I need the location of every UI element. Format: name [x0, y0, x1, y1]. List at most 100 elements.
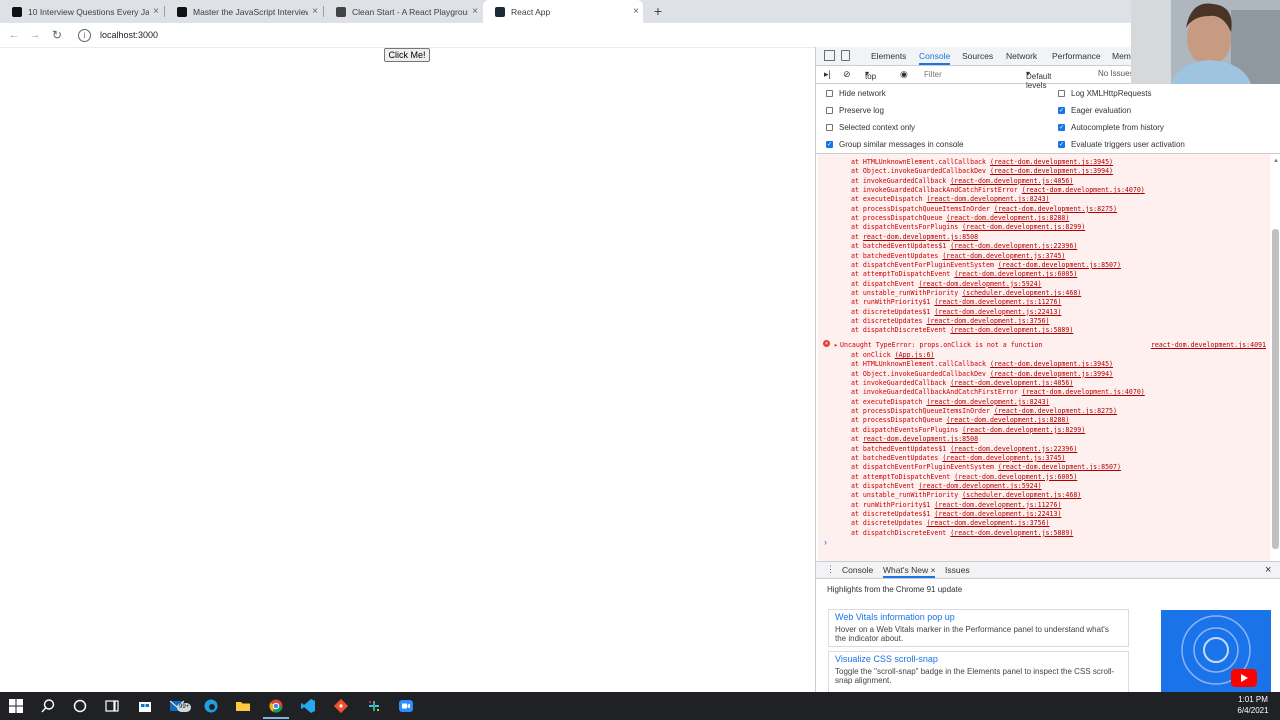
- browser-tab-3[interactable]: Clean Start - A React Playground ×: [324, 0, 482, 23]
- stack-frame-source-link[interactable]: (react-dom.development.js:3994): [990, 167, 1113, 175]
- stack-frame-source-link[interactable]: (react-dom.development.js:3945): [990, 360, 1113, 368]
- whats-new-card[interactable]: Visualize CSS scroll-snap Toggle the "sc…: [828, 651, 1129, 694]
- device-toolbar-icon[interactable]: [841, 50, 850, 61]
- card-title[interactable]: Visualize CSS scroll-snap: [835, 654, 1128, 664]
- stack-frame-source-link[interactable]: (react-dom.development.js:22413): [934, 510, 1061, 518]
- stack-frame-source-link[interactable]: (scheduler.development.js:468): [962, 289, 1081, 297]
- browser-tab-1[interactable]: 10 Interview Questions Every Jav ×: [0, 0, 163, 23]
- stack-frame-source-link[interactable]: (react-dom.development.js:5924): [919, 482, 1042, 490]
- stack-frame-source-link[interactable]: (scheduler.development.js:468): [962, 491, 1081, 499]
- whats-new-card[interactable]: Web Vitals information pop up Hover on a…: [828, 609, 1129, 647]
- scrollbar-thumb[interactable]: [1272, 229, 1279, 549]
- stack-frame-source-link[interactable]: (react-dom.development.js:8288): [946, 416, 1069, 424]
- error-message-row[interactable]: × ▸ Uncaught TypeError: props.onClick is n…: [818, 340, 1270, 351]
- stack-frame-source-link[interactable]: (react-dom.development.js:3745): [942, 454, 1065, 462]
- tab-close-icon[interactable]: ×: [308, 6, 322, 17]
- reload-icon[interactable]: ↻: [49, 27, 65, 43]
- browser-tab-2[interactable]: Master the JavaScript Interview: ×: [165, 0, 322, 23]
- card-title[interactable]: Web Vitals information pop up: [835, 612, 1128, 622]
- console-setting-option[interactable]: Log XMLHttpRequests: [1058, 87, 1152, 99]
- drawer-tab-issues[interactable]: Issues: [945, 562, 970, 578]
- stack-frame-source-link[interactable]: (react-dom.development.js:11276): [934, 501, 1061, 509]
- scroll-up-icon[interactable]: ▲: [1273, 158, 1279, 164]
- drawer-menu-icon[interactable]: ⋮: [826, 564, 835, 575]
- edge-icon[interactable]: [203, 698, 219, 714]
- browser-tab-4[interactable]: React App ×: [483, 0, 643, 23]
- stack-frame-source-link[interactable]: (react-dom.development.js:3945): [990, 158, 1113, 166]
- mail-app[interactable]: 99+: [169, 698, 195, 714]
- stack-frame-source-link[interactable]: (react-dom.development.js:5924): [919, 280, 1042, 288]
- console-setting-option[interactable]: ✓ Evaluate triggers user activation: [1058, 139, 1185, 151]
- console-setting-option[interactable]: ✓ Eager evaluation: [1058, 104, 1131, 116]
- stack-frame-source-link[interactable]: (react-dom.development.js:3756): [926, 317, 1049, 325]
- setting-checkbox[interactable]: [1058, 89, 1065, 97]
- search-icon[interactable]: [40, 698, 56, 714]
- forward-icon[interactable]: →: [27, 27, 43, 43]
- setting-checkbox[interactable]: ✓: [1058, 141, 1065, 149]
- stack-frame-source-link[interactable]: (react-dom.development.js:8275): [994, 205, 1117, 213]
- drawer-tab-whats-new[interactable]: What's New ×: [883, 562, 936, 578]
- address-bar[interactable]: i localhost:3000: [72, 26, 432, 44]
- stack-frame-source-link[interactable]: (react-dom.development.js:3756): [926, 519, 1049, 527]
- context-selector[interactable]: top ▾: [865, 69, 876, 81]
- console-setting-option[interactable]: ✓ Group similar messages in console: [826, 139, 964, 151]
- stack-frame-source-link[interactable]: (App.js:6): [895, 351, 935, 359]
- task-view-icon[interactable]: [104, 698, 120, 714]
- drawer-tab-console[interactable]: Console: [842, 562, 873, 578]
- click-me-button[interactable]: Click Me!: [384, 48, 430, 62]
- stack-frame-source-link[interactable]: (react-dom.development.js:4056): [950, 177, 1073, 185]
- tab-close-icon[interactable]: ×: [468, 6, 482, 17]
- drawer-close-icon[interactable]: ×: [1265, 562, 1271, 578]
- stack-frame-source-link[interactable]: (react-dom.development.js:8243): [926, 195, 1049, 203]
- stack-frame-source-link[interactable]: (react-dom.development.js:22396): [950, 445, 1077, 453]
- devtools-tab-performance[interactable]: Performance: [1052, 47, 1101, 65]
- back-icon[interactable]: ←: [6, 27, 22, 43]
- file-explorer-icon[interactable]: [235, 698, 251, 714]
- stack-frame-source-link[interactable]: react-dom.development.js:8508: [863, 435, 978, 443]
- chrome-icon[interactable]: [268, 698, 284, 714]
- drawer-tab-close-icon[interactable]: ×: [930, 565, 935, 575]
- stack-frame-source-link[interactable]: (react-dom.development.js:6005): [954, 270, 1077, 278]
- new-tab-button[interactable]: +: [650, 3, 666, 19]
- whats-new-video-thumbnail[interactable]: [1161, 610, 1271, 693]
- stack-frame-source-link[interactable]: (react-dom.development.js:3994): [990, 370, 1113, 378]
- console-setting-option[interactable]: Hide network: [826, 87, 886, 99]
- stack-frame-source-link[interactable]: (react-dom.development.js:5889): [950, 326, 1073, 334]
- taskbar-clock[interactable]: 1:01 PM 6/4/2021: [1228, 694, 1278, 716]
- git-icon[interactable]: [333, 698, 349, 714]
- windows-start-icon[interactable]: [8, 698, 24, 714]
- slack-icon[interactable]: [366, 698, 382, 714]
- vscode-icon[interactable]: [300, 698, 316, 714]
- stack-frame-source-link[interactable]: react-dom.development.js:8508: [863, 233, 978, 241]
- stack-frame-source-link[interactable]: (react-dom.development.js:8299): [962, 426, 1085, 434]
- tab-close-icon[interactable]: ×: [149, 6, 163, 17]
- issues-indicator[interactable]: No Issues: [1098, 69, 1134, 78]
- stack-frame-source-link[interactable]: (react-dom.development.js:8299): [962, 223, 1085, 231]
- inspect-element-icon[interactable]: [824, 50, 835, 61]
- expand-arrow-icon[interactable]: ▸: [834, 341, 838, 349]
- live-expression-eye-icon[interactable]: ◉: [900, 69, 908, 80]
- stack-frame-source-link[interactable]: (react-dom.development.js:8288): [946, 214, 1069, 222]
- clear-console-icon[interactable]: ⊘: [843, 69, 851, 80]
- stack-frame-source-link[interactable]: (react-dom.development.js:22413): [934, 308, 1061, 316]
- console-scrollbar[interactable]: ▲: [1271, 154, 1280, 554]
- log-levels-dropdown[interactable]: Default levels ▾: [1026, 69, 1051, 90]
- console-prompt[interactable]: ›: [824, 537, 827, 547]
- stack-frame-source-link[interactable]: (react-dom.development.js:4070): [1022, 186, 1145, 194]
- stack-frame-source-link[interactable]: (react-dom.development.js:22396): [950, 242, 1077, 250]
- stack-frame-source-link[interactable]: (react-dom.development.js:6005): [954, 473, 1077, 481]
- microsoft-store-icon[interactable]: [137, 698, 153, 714]
- setting-checkbox[interactable]: [826, 106, 833, 114]
- stack-frame-source-link[interactable]: (react-dom.development.js:11276): [934, 298, 1061, 306]
- site-info-icon[interactable]: i: [78, 28, 91, 42]
- console-setting-option[interactable]: Preserve log: [826, 104, 884, 116]
- devtools-tab-network[interactable]: Network: [1006, 47, 1037, 65]
- setting-checkbox[interactable]: ✓: [1058, 106, 1065, 114]
- console-filter-input[interactable]: [920, 68, 1028, 80]
- stack-frame-source-link[interactable]: (react-dom.development.js:4056): [950, 379, 1073, 387]
- setting-checkbox[interactable]: ✓: [826, 141, 833, 149]
- setting-checkbox[interactable]: ✓: [1058, 124, 1065, 132]
- console-setting-option[interactable]: ✓ Autocomplete from history: [1058, 122, 1164, 134]
- setting-checkbox[interactable]: [826, 89, 833, 97]
- setting-checkbox[interactable]: [826, 124, 833, 132]
